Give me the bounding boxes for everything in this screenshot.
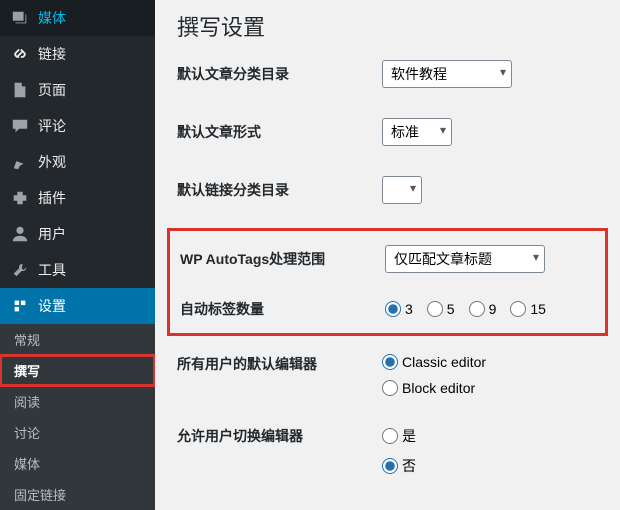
- submenu-writing[interactable]: 撰写: [0, 355, 155, 386]
- autotags-highlight: WP AutoTags处理范围 仅匹配文章标题 自动标签数量 3 5 9 15: [167, 228, 608, 336]
- submenu-media[interactable]: 媒体: [0, 448, 155, 479]
- settings-icon: [10, 296, 30, 316]
- radio-classic-editor[interactable]: Classic editor: [382, 354, 598, 370]
- user-icon: [10, 224, 30, 244]
- label-default-format: 默认文章形式: [177, 122, 382, 142]
- row-default-format: 默认文章形式 标准: [177, 118, 598, 146]
- sidebar-item-tools[interactable]: 工具: [0, 252, 155, 288]
- sidebar-label: 页面: [38, 80, 66, 100]
- submenu-general[interactable]: 常规: [0, 324, 155, 355]
- page-title: 撰写设置: [177, 10, 598, 42]
- submenu-discussion[interactable]: 讨论: [0, 417, 155, 448]
- submenu-reading[interactable]: 阅读: [0, 386, 155, 417]
- admin-sidebar: 媒体 链接 页面 评论 外观 插件 用户 工具 设置 常规 撰写 阅读 讨论 媒…: [0, 0, 155, 505]
- sidebar-item-plugins[interactable]: 插件: [0, 180, 155, 216]
- radio-group-tag-count: 3 5 9 15: [385, 301, 595, 317]
- select-default-category[interactable]: 软件教程: [382, 60, 512, 88]
- sidebar-label: 评论: [38, 116, 66, 136]
- appearance-icon: [10, 152, 30, 172]
- radio-switch-no[interactable]: 否: [382, 456, 598, 476]
- label-default-editor: 所有用户的默认编辑器: [177, 354, 382, 374]
- sidebar-item-comments[interactable]: 评论: [0, 108, 155, 144]
- sidebar-item-pages[interactable]: 页面: [0, 72, 155, 108]
- comment-icon: [10, 116, 30, 136]
- sidebar-item-settings[interactable]: 设置: [0, 288, 155, 324]
- label-default-link-category: 默认链接分类目录: [177, 180, 382, 200]
- tool-icon: [10, 260, 30, 280]
- page-icon: [10, 80, 30, 100]
- sidebar-label: 设置: [38, 296, 66, 316]
- sidebar-label: 链接: [38, 44, 66, 64]
- sidebar-label: 工具: [38, 260, 66, 280]
- sidebar-item-media[interactable]: 媒体: [0, 0, 155, 36]
- select-default-format[interactable]: 标准: [382, 118, 452, 146]
- sidebar-item-links[interactable]: 链接: [0, 36, 155, 72]
- row-allow-switch: 允许用户切换编辑器 是 否: [177, 426, 598, 476]
- submenu-permalinks[interactable]: 固定链接: [0, 479, 155, 510]
- select-autotags-scope[interactable]: 仅匹配文章标题: [385, 245, 545, 273]
- radio-switch-yes[interactable]: 是: [382, 426, 598, 446]
- select-default-link-category[interactable]: [382, 176, 422, 204]
- radio-tag-5[interactable]: 5: [427, 301, 455, 317]
- settings-content: 撰写设置 默认文章分类目录 软件教程 默认文章形式 标准 默认链接分类目录 WP…: [155, 0, 620, 505]
- sidebar-label: 媒体: [38, 8, 66, 28]
- label-default-category: 默认文章分类目录: [177, 64, 382, 84]
- radio-tag-9[interactable]: 9: [469, 301, 497, 317]
- link-icon: [10, 44, 30, 64]
- row-tag-count: 自动标签数量 3 5 9 15: [180, 299, 595, 319]
- radio-block-editor[interactable]: Block editor: [382, 380, 598, 396]
- radio-tag-3[interactable]: 3: [385, 301, 413, 317]
- label-allow-switch: 允许用户切换编辑器: [177, 426, 382, 446]
- sidebar-item-users[interactable]: 用户: [0, 216, 155, 252]
- label-autotags-scope: WP AutoTags处理范围: [180, 249, 385, 269]
- plugin-icon: [10, 188, 30, 208]
- sidebar-label: 插件: [38, 188, 66, 208]
- sidebar-label: 外观: [38, 152, 66, 172]
- row-default-editor: 所有用户的默认编辑器 Classic editor Block editor: [177, 354, 598, 396]
- row-default-category: 默认文章分类目录 软件教程: [177, 60, 598, 88]
- radio-group-allow-switch: 是 否: [382, 426, 598, 476]
- row-autotags-scope: WP AutoTags处理范围 仅匹配文章标题: [180, 245, 595, 273]
- row-default-link-category: 默认链接分类目录: [177, 176, 598, 204]
- radio-group-default-editor: Classic editor Block editor: [382, 354, 598, 396]
- sidebar-item-appearance[interactable]: 外观: [0, 144, 155, 180]
- radio-tag-15[interactable]: 15: [510, 301, 546, 317]
- media-icon: [10, 8, 30, 28]
- label-tag-count: 自动标签数量: [180, 299, 385, 319]
- sidebar-label: 用户: [38, 224, 66, 244]
